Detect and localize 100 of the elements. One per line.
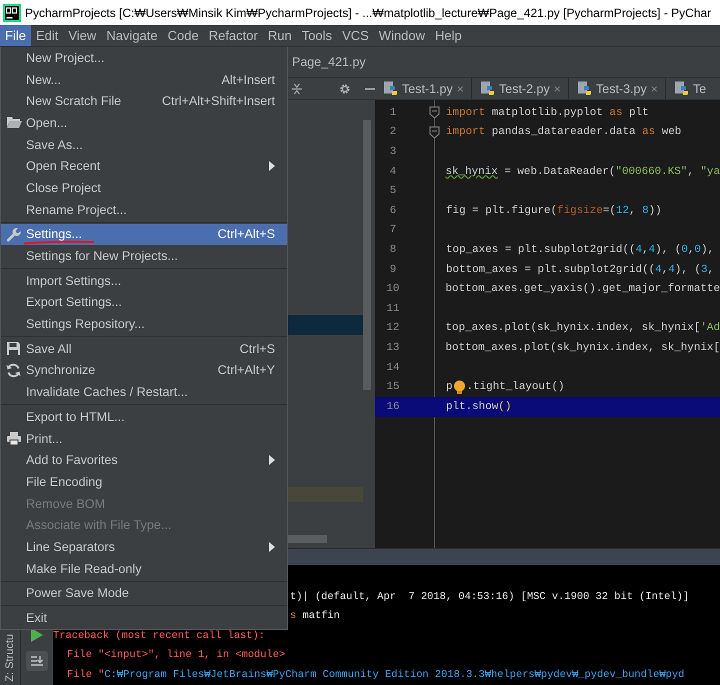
settings-icon[interactable] <box>339 82 351 96</box>
menu-item[interactable]: Refactor <box>204 25 263 46</box>
line-number: 16 <box>385 400 401 413</box>
line-number: 13 <box>385 342 400 354</box>
menu-item[interactable]: Tools <box>296 25 338 46</box>
menu-item[interactable]: File <box>0 25 31 46</box>
menu-item[interactable]: Run <box>262 25 297 46</box>
menu-item[interactable]: New... Alt+Insert <box>1 68 287 90</box>
app-logo-icon <box>3 4 21 22</box>
submenu-arrow-icon <box>269 542 275 552</box>
menu-item[interactable]: Exit <box>1 607 287 629</box>
console-line: File "C:₩Program Files₩JetBrains₩PyCharm Community Edition 2018.3.3₩helpers₩pydev₩_pydev_bundle₩pyd <box>67 668 684 682</box>
keyboard-shortcut: Ctrl+Alt+Y <box>216 363 275 378</box>
structure-side-tab[interactable]: Z: Structu <box>4 634 16 682</box>
breadcrumb-item[interactable]: Page_421.py <box>292 55 366 69</box>
menu-item[interactable]: Code <box>162 25 204 46</box>
python-file-icon <box>674 81 689 96</box>
menu-item[interactable]: Print... <box>1 428 287 450</box>
menu-item[interactable]: Open... <box>1 112 287 134</box>
menu-item[interactable]: Rename Project... <box>1 198 287 220</box>
keyboard-shortcut: Ctrl+Alt+S <box>216 227 275 242</box>
console-line: Traceback (most recent call last): <box>53 628 266 644</box>
menu-item[interactable]: Make File Read-only <box>1 558 287 580</box>
menu-item[interactable]: Synchronize Ctrl+Alt+Y <box>1 360 287 382</box>
menu-item[interactable]: File Encoding <box>1 471 287 493</box>
collapse-all-icon[interactable] <box>291 82 303 96</box>
menu-item[interactable]: VCS <box>337 25 374 46</box>
console-line: s matfin <box>290 609 340 624</box>
line-number: 9 <box>388 264 398 276</box>
line-number: 14 <box>385 362 401 374</box>
code-text: import pandas_datareader.data as web <box>446 126 682 138</box>
code-text: import matplotlib.pyplot as plt <box>446 106 649 119</box>
lightbulb-icon[interactable] <box>453 380 466 395</box>
console-line: File "<input>", line 1, in <module> <box>67 648 286 663</box>
scroll-down-icon <box>30 654 44 666</box>
python-file-icon <box>383 81 398 96</box>
line-number: 3 <box>388 146 398 158</box>
menu-item[interactable]: Settings for New Projects... <box>1 245 287 267</box>
line-number: 7 <box>388 224 398 236</box>
line-number: 8 <box>388 244 398 256</box>
code-text: bottom_axes = plt.subplot2grid((4,4), (3, <box>446 264 714 276</box>
menu-item[interactable]: Window <box>374 25 430 46</box>
scroll-to-end-button[interactable] <box>26 650 48 670</box>
keyboard-shortcut: Ctrl+Alt+Shift+Insert <box>160 94 275 108</box>
menu-item[interactable]: Save All Ctrl+S <box>1 338 287 360</box>
line-number: 4 <box>388 166 398 178</box>
python-file-icon <box>480 81 495 96</box>
editor-tab[interactable]: Te <box>666 78 712 99</box>
menu-item: Associate with File Type... <box>25 517 172 534</box>
menu-item[interactable]: Invalidate Caches / Restart... <box>1 381 287 403</box>
code-text: p <box>446 381 453 394</box>
menu-item[interactable]: New Scratch File Ctrl+Alt+Shift+Insert <box>1 90 287 112</box>
menu-item[interactable]: Line Separators <box>1 536 287 558</box>
keyboard-shortcut: Ctrl+S <box>238 342 275 356</box>
submenu-arrow-icon <box>269 455 275 466</box>
menu-item[interactable]: Save As... <box>1 134 287 156</box>
menu-item[interactable]: Export Settings... <box>1 292 287 314</box>
scrollbar-thumb[interactable] <box>287 535 327 543</box>
line-number: 15 <box>385 381 401 394</box>
menu-item[interactable]: Import Settings... <box>1 270 287 292</box>
scrollbar-thumb[interactable] <box>363 120 371 390</box>
code-text: .tight_layout() <box>466 381 565 394</box>
menu-item[interactable]: New Project... <box>1 47 287 69</box>
editor-tab[interactable]: Test-3.py × <box>569 78 666 99</box>
menu-item[interactable]: Edit <box>30 25 64 46</box>
code-text: sk_hynix = web.DataReader("000660.KS", "ya <box>445 166 720 178</box>
line-number: 10 <box>385 283 400 296</box>
code-text: top_axes = plt.subplot2grid((4,4), (0,0), <box>446 244 714 256</box>
sync-icon <box>6 362 21 378</box>
menu-item[interactable]: Settings Repository... <box>1 313 287 335</box>
wrench-icon <box>6 226 22 242</box>
menu-item[interactable]: Help <box>430 25 467 46</box>
code-text: bottom_axes.get_yaxis().get_major_formatte <box>446 283 720 296</box>
line-number: 6 <box>388 204 398 217</box>
menu-item[interactable]: Add to Favorites <box>1 449 287 472</box>
line-number: 12 <box>385 322 400 334</box>
printer-icon <box>6 430 22 446</box>
code-text: plt.show() <box>446 400 512 413</box>
menu-item[interactable]: Export to HTML... <box>1 406 287 428</box>
console-line: t)| (default, Apr 7 2018, 04:53:16) [MSC v.1900 32 bit (Intel)] <box>290 590 690 604</box>
minimize-icon[interactable] <box>364 86 376 90</box>
menu-item[interactable]: Settings... Ctrl+Alt+S <box>1 224 287 246</box>
line-number: 1 <box>388 106 398 119</box>
editor-tab[interactable]: Test-1.py × <box>375 78 472 99</box>
menu-item[interactable]: Close Project <box>1 177 287 199</box>
code-text: fig = plt.figure(figsize=(12, 8)) <box>446 204 662 217</box>
menu-item[interactable]: Open Recent <box>1 155 287 178</box>
keyboard-shortcut: Alt+Insert <box>220 72 275 87</box>
menu-item[interactable]: Power Save Mode <box>1 582 287 604</box>
python-file-icon <box>577 81 592 96</box>
line-number: 11 <box>385 302 401 315</box>
line-number: 2 <box>388 126 398 138</box>
window-title: PycharmProjects [C:₩Users₩Minsik Kim₩PycharmProjects] - ...₩matplotlib_lecture₩Page_421.py [PycharmProjects] - PyChar <box>25 6 712 20</box>
line-number: 5 <box>388 185 398 198</box>
menu-item[interactable]: Navigate <box>101 25 163 46</box>
editor-tab[interactable]: Test-2.py × <box>472 78 569 99</box>
submenu-arrow-icon <box>269 161 275 172</box>
code-text: top_axes.plot(sk_hynix.index, sk_hynix['Ad <box>446 322 720 334</box>
menu-item[interactable]: View <box>63 25 102 46</box>
file-path-link[interactable]: C:₩Program Files₩JetBrains₩PyCharm Community Edition 2018.3.3₩helpers₩pydev₩_pydev_bundle₩pyd <box>104 668 684 680</box>
